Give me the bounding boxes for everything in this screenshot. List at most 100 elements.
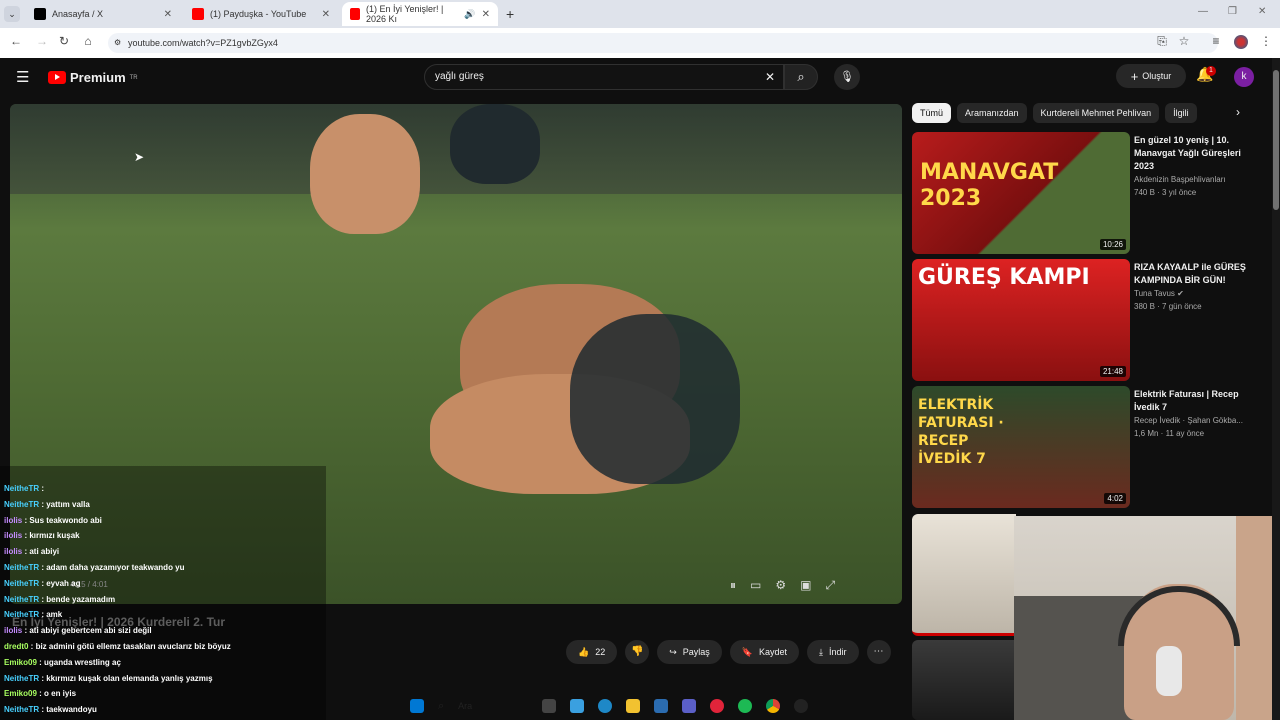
tab-youtube-video[interactable]: (1) En İyi Yenişler! | 2026 Kı 🔊 ✕ [342, 2, 498, 26]
file-explorer-icon[interactable] [626, 699, 641, 713]
install-app-icon[interactable]: ⎘ [1154, 34, 1170, 49]
recommendation-title[interactable]: RIZA KAYAALP ile GÜREŞ KAMPINDA BİR GÜN! [1134, 261, 1262, 287]
tab-list-dropdown-icon[interactable]: ⌄ [4, 6, 20, 22]
window-close-icon[interactable]: ✕ [1258, 6, 1266, 17]
tab-title: (1) Payduşka - YouTube [210, 9, 307, 19]
channel-name[interactable]: Akdenizin Başpehlivanları [1134, 175, 1226, 184]
profile-avatar-icon[interactable] [1234, 35, 1248, 49]
stream-chat-overlay: NeitheTR : NeitheTR : yattım valla ilolis… [0, 466, 326, 720]
download-button[interactable]: ⤓ İndir [807, 640, 859, 664]
minimize-icon[interactable]: — [1198, 6, 1208, 17]
chat-text: : ati abiyi [22, 547, 60, 557]
windows-start-icon[interactable] [410, 699, 424, 713]
chat-message: NeitheTR : eyvah ag [4, 579, 80, 588]
youtube-premium-logo[interactable]: Premium TR [48, 70, 138, 85]
channel-name[interactable]: Tuna Tavus ✔ [1134, 289, 1184, 298]
channel-name[interactable]: Recep İvedik · Şahan Gökba... [1134, 416, 1243, 425]
chat-message: Emiko09 : o en iyis [4, 689, 76, 698]
theater-mode-icon[interactable]: ▣ [800, 578, 811, 593]
recommendation-thumbnail-partial[interactable] [912, 640, 1016, 720]
recommendation-item[interactable]: ELEKTRİK FATURASI · RECEP İVEDİK 7 4:02 … [912, 386, 1272, 508]
player-controls: ⏸ ▭ ⚙ ▣ ⤢ [730, 578, 835, 593]
bookmark-star-icon[interactable]: ☆ [1176, 34, 1192, 48]
media-control-icon[interactable]: ≡ [1208, 34, 1224, 48]
voice-search-button[interactable]: 🎙 [834, 64, 860, 90]
share-icon: ↪ [669, 646, 677, 657]
duration-badge: 4:02 [1104, 493, 1126, 504]
chat-text: : kırmızı kuşak [22, 531, 80, 541]
close-icon[interactable]: ✕ [482, 9, 490, 20]
new-tab-button[interactable]: + [506, 6, 514, 22]
headphones-icon [1118, 586, 1240, 646]
speaker-icon[interactable]: 🔊 [464, 9, 475, 20]
video-thumbnail[interactable]: MANAVGAT 2023 10:26 [912, 132, 1130, 254]
taskview-icon[interactable] [542, 699, 557, 713]
dislike-button[interactable]: 👎 [625, 640, 650, 664]
chat-text: : yattım valla [39, 499, 90, 509]
recommendation-item[interactable]: MANAVGAT 2023 10:26 En güzel 10 yeniş | … [912, 132, 1272, 254]
account-avatar[interactable]: k [1234, 67, 1254, 87]
opera-icon[interactable] [710, 699, 725, 713]
fullscreen-icon[interactable]: ⤢ [825, 578, 835, 593]
reload-icon[interactable]: ↻ [56, 34, 72, 48]
youtube-icon [350, 8, 360, 20]
chip-from-search[interactable]: Aramanızdan [957, 103, 1027, 123]
autoplay-toggle-icon[interactable]: ⏸ [730, 578, 736, 593]
chat-text: : bende yazamadım [39, 594, 116, 604]
logo-text: Premium [70, 70, 126, 85]
more-actions-button[interactable]: ⋯ [866, 640, 891, 664]
settings-gear-icon[interactable]: ⚙ [775, 578, 786, 593]
recommendation-title[interactable]: En güzel 10 yeniş | 10. Manavgat Yağlı G… [1134, 134, 1262, 173]
teams-icon[interactable] [682, 699, 697, 713]
app-icon[interactable] [794, 699, 809, 713]
mouse-cursor-icon: ➤ [134, 150, 145, 164]
close-icon[interactable]: ✕ [164, 9, 172, 20]
address-input[interactable]: ⚙ youtube.com/watch?v=PZ1gvbZGyx4 [108, 33, 1218, 53]
copilot-icon[interactable] [570, 699, 585, 713]
home-icon[interactable]: ⌂ [80, 34, 96, 48]
chip-related[interactable]: İlgili [1165, 103, 1197, 123]
chrome-icon[interactable] [766, 699, 781, 713]
clear-search-icon[interactable]: ✕ [765, 65, 775, 89]
save-label: Kaydet [759, 647, 788, 657]
recommendation-item[interactable]: GÜREŞ KAMPI 21:48 RIZA KAYAALP ile GÜREŞ… [912, 259, 1272, 381]
close-icon[interactable]: ✕ [322, 9, 330, 20]
back-icon[interactable]: ← [8, 34, 24, 48]
tab-x-home[interactable]: Anasayfa / X ✕ [26, 2, 180, 26]
forward-icon[interactable]: → [34, 34, 50, 48]
recommendation-thumbnail-partial[interactable] [912, 514, 1016, 636]
chevron-right-icon[interactable]: › [1236, 105, 1240, 119]
download-label: İndir [829, 647, 847, 657]
spotify-icon[interactable] [738, 699, 753, 713]
video-thumbnail[interactable]: GÜREŞ KAMPI 21:48 [912, 259, 1130, 381]
video-thumbnail[interactable]: ELEKTRİK FATURASI · RECEP İVEDİK 7 4:02 [912, 386, 1130, 508]
scrollbar-thumb[interactable] [1273, 70, 1279, 210]
thumbs-down-icon: 👎 [631, 646, 644, 657]
chat-username: NeitheTR [4, 610, 40, 620]
store-icon[interactable] [654, 699, 669, 713]
share-button[interactable]: ↪ Paylaş [657, 640, 722, 664]
search-input[interactable]: yağlı güreş ✕ [424, 64, 784, 90]
chip-all[interactable]: Tümü [912, 103, 952, 123]
video-standing-legs [450, 104, 540, 184]
tab-youtube-channel[interactable]: (1) Payduşka - YouTube ✕ [184, 2, 338, 26]
subtitles-icon[interactable]: ▭ [750, 578, 761, 593]
search-button[interactable]: ⌕ [784, 64, 818, 90]
taskbar-search-icon[interactable]: ⌕ [438, 700, 444, 713]
browser-menu-icon[interactable]: ⋮ [1258, 34, 1274, 48]
maximize-icon[interactable]: ❐ [1228, 6, 1237, 17]
chat-username: NeitheTR [4, 499, 40, 509]
chat-username: NeitheTR [4, 705, 40, 715]
like-button[interactable]: 👍 22 [566, 640, 618, 664]
hamburger-menu-icon[interactable]: ☰ [16, 68, 29, 86]
chat-username: NeitheTR [4, 484, 40, 493]
chip-kurtdereli[interactable]: Kurtdereli Mehmet Pehlivan [1032, 103, 1160, 123]
save-button[interactable]: 🔖 Kaydet [729, 640, 800, 664]
create-button[interactable]: + Oluştur [1116, 64, 1186, 88]
bookmark-icon: 🔖 [741, 646, 754, 657]
chat-text: : ati abiyi gebertcem abi sizi değil [22, 626, 152, 636]
edge-icon[interactable] [598, 699, 613, 713]
taskbar-search-label[interactable]: Ara [458, 701, 528, 711]
recommendation-title[interactable]: Elektrik Faturası | Recep İvedik 7 [1134, 388, 1262, 414]
site-info-icon[interactable]: ⚙ [114, 33, 121, 53]
